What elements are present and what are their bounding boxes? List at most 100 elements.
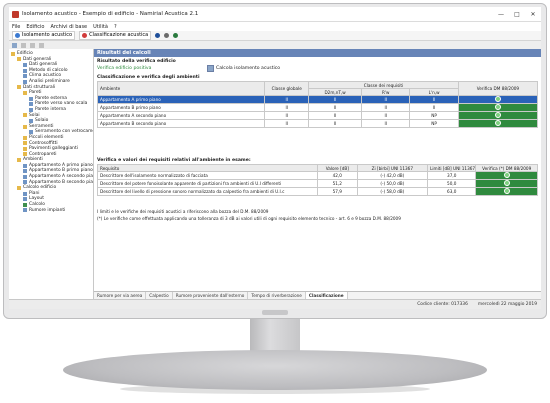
isolamento-acustico-button[interactable]: Isolamento acustico <box>12 31 76 40</box>
cell-name: Appartamento B secondo piano <box>96 119 266 128</box>
document-icon <box>23 163 27 168</box>
menu-utilita[interactable]: Utilità <box>93 24 108 30</box>
note-limiti: I limiti e le verifiche dei requisiti ac… <box>97 209 269 214</box>
folder-icon <box>23 124 27 129</box>
document-icon <box>23 208 27 213</box>
document-icon <box>23 169 27 174</box>
window-title: Isolamento acustico - Esempio di edifici… <box>22 11 199 17</box>
folder-icon <box>23 90 27 95</box>
cell-name: Descrittore dell'isolamento normalizzato… <box>96 171 319 180</box>
cell-lnw: NP <box>409 119 459 128</box>
calc-icon <box>23 202 27 207</box>
verifica-ok-cell <box>475 187 538 196</box>
folder-icon <box>17 57 21 62</box>
classificazione-acustica-button[interactable]: Classificazione acustica <box>79 31 152 40</box>
check-ok-icon <box>494 104 501 110</box>
monitor-stand-base <box>63 350 487 390</box>
classificazione-label: Classificazione acustica <box>89 32 149 38</box>
cell-limite: 37,0 <box>426 171 477 180</box>
table-row[interactable]: Appartamento A primo piano II II II II <box>96 95 539 104</box>
table-row[interactable]: Appartamento B primo piano II II II II <box>96 103 539 112</box>
cell-valore: 51,2 <box>317 179 358 188</box>
status-bar: Codice cliente: 017336 mercoledì 22 magg… <box>9 299 541 309</box>
col-ambiente: Ambiente <box>96 81 266 96</box>
cell-d2m: II <box>308 111 362 120</box>
document-icon <box>23 74 27 79</box>
folder-icon <box>23 146 27 151</box>
cell-limite: 63,0 <box>426 187 477 196</box>
cell-rw: II <box>360 103 411 112</box>
table-row[interactable]: Appartamento A secondo piano II II II NP <box>96 111 539 120</box>
copy-icon[interactable] <box>30 42 35 48</box>
verify-result: Verifica edificio positiva <box>97 66 152 71</box>
menu-bar: File Edificio Archivi di base Utilità ? <box>9 22 541 31</box>
check-ok-icon <box>494 120 501 126</box>
col-rw: R'w <box>360 88 411 96</box>
col-verifica-req: Verifica (*) DM 88/2009 <box>475 164 538 172</box>
delete-icon[interactable] <box>39 42 44 48</box>
table-row[interactable]: Descrittore del potere fonoisolante appa… <box>96 179 538 188</box>
folder-icon <box>17 158 21 163</box>
cell-zi: (-) 42,0 dB) <box>356 171 429 180</box>
col-limite: Limiti [dB] UNI 11367 <box>426 164 477 172</box>
table-row[interactable]: Appartamento B secondo piano II II II NP <box>96 119 539 128</box>
menu-help[interactable]: ? <box>114 24 117 30</box>
document-icon <box>29 130 33 135</box>
cell-globale: II <box>264 119 310 128</box>
export-icon[interactable] <box>173 33 179 38</box>
save-icon[interactable] <box>12 42 17 48</box>
edit-icon[interactable] <box>21 42 26 48</box>
cell-rw: II <box>360 111 411 120</box>
status-date: mercoledì 22 maggio 2019 <box>477 302 537 307</box>
building-icon <box>11 51 15 56</box>
document-icon <box>29 118 33 123</box>
codice-cliente: Codice cliente: 017336 <box>417 302 468 307</box>
maximize-button[interactable]: □ <box>509 11 525 18</box>
isolamento-label: Isolamento acustico <box>22 32 73 38</box>
document-icon <box>23 62 27 67</box>
document-icon <box>23 197 27 202</box>
table-row[interactable]: Descrittore del livello di pressione son… <box>96 187 538 196</box>
verify-title: Risultato della verifica edificio <box>97 59 176 64</box>
verifica-ok-cell <box>457 95 539 104</box>
cell-zi: (-) 58,0 dB) <box>356 187 429 196</box>
menu-file[interactable]: File <box>12 24 20 30</box>
tree-item[interactable]: Rumore impianti <box>9 208 93 214</box>
menu-edificio[interactable]: Edificio <box>26 24 44 30</box>
check-ok-icon <box>503 172 510 178</box>
folder-icon <box>23 141 27 146</box>
col-lnw: L'n,w <box>409 88 459 96</box>
verifica-ok-cell <box>457 111 539 120</box>
document-icon <box>29 102 33 107</box>
settings-icon[interactable] <box>164 33 170 38</box>
close-button[interactable]: ✕ <box>525 11 541 18</box>
cell-globale: II <box>264 103 310 112</box>
table-row[interactable]: Descrittore dell'isolamento normalizzato… <box>96 171 538 180</box>
results-panel: Risultati dei calcoli Risultato della ve… <box>94 49 541 300</box>
calcola-label: Calcola isolamento acustico <box>216 66 281 71</box>
cell-d2m: II <box>308 95 362 104</box>
document-icon <box>29 96 33 101</box>
info-icon[interactable] <box>155 33 161 38</box>
folder-icon <box>17 85 21 90</box>
document-icon <box>23 174 27 179</box>
menu-archivi[interactable]: Archivi di base <box>50 24 87 30</box>
check-ok-icon <box>494 112 501 118</box>
title-bar: Isolamento acustico - Esempio di edifici… <box>9 7 541 22</box>
cell-globale: II <box>264 95 310 104</box>
cell-zi: (-) 50,0 dB) <box>356 179 429 188</box>
document-icon <box>23 191 27 196</box>
minimize-button[interactable]: — <box>493 11 509 18</box>
tree-item-label: Parete interna <box>35 106 66 112</box>
col-valore: Valore [dB] <box>317 164 358 172</box>
cell-limite: 50,0 <box>426 179 477 188</box>
verifica-ok-cell <box>475 171 538 180</box>
folder-icon <box>23 113 27 118</box>
project-tree: Edificio Dati generali Dati generali Metodo… <box>9 49 94 300</box>
check-ok-icon <box>503 180 510 186</box>
isolamento-icon <box>15 33 20 38</box>
calcola-checkbox[interactable] <box>207 65 214 72</box>
folder-icon <box>23 135 27 140</box>
app-icon <box>12 10 19 18</box>
cell-valore: 57,9 <box>317 187 358 196</box>
